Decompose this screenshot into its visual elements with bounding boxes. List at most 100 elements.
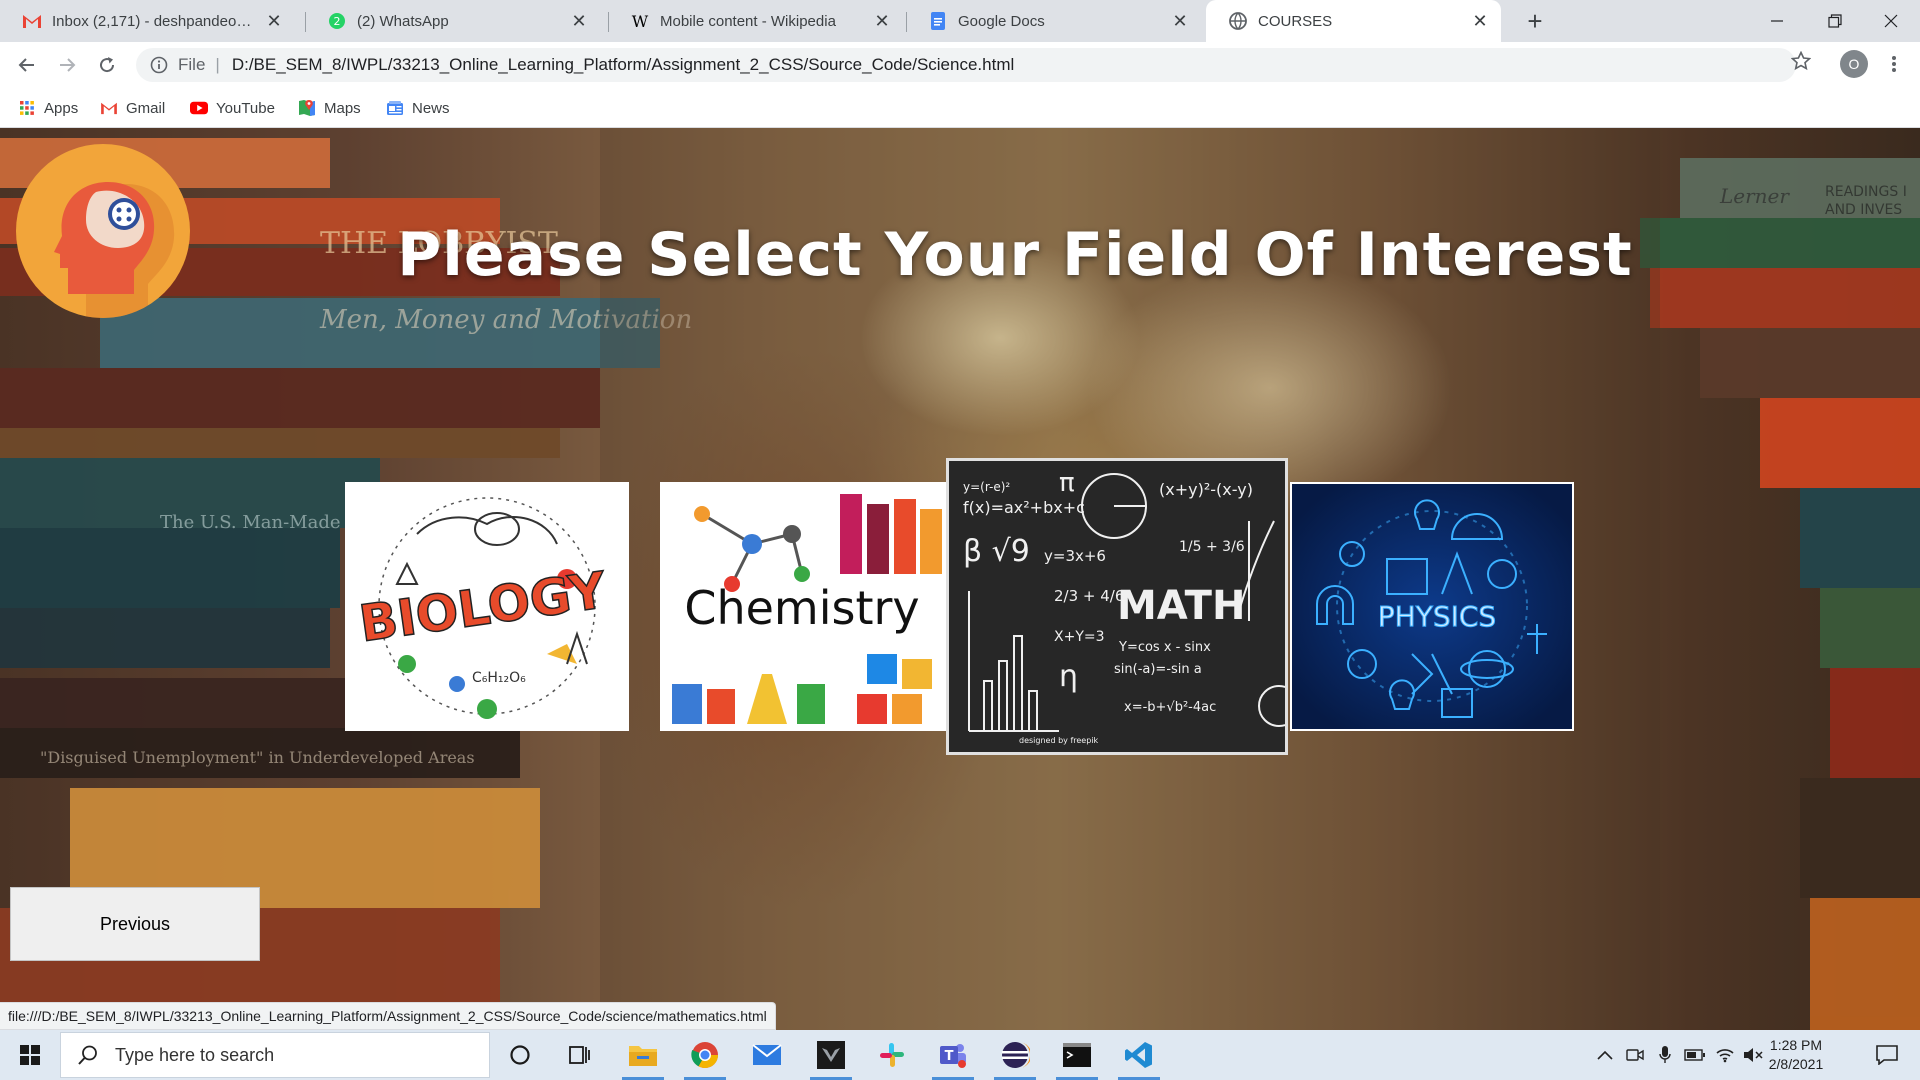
predator-icon bbox=[817, 1041, 845, 1069]
taskbar-eclipse[interactable] bbox=[990, 1030, 1040, 1080]
bookmark-gmail[interactable]: Gmail bbox=[100, 96, 165, 120]
tab-courses[interactable]: COURSES ✕ bbox=[1206, 0, 1501, 42]
svg-text:f(x)=ax²+bx+c: f(x)=ax²+bx+c bbox=[963, 498, 1085, 517]
bookmark-news[interactable]: News bbox=[386, 96, 450, 120]
svg-text:2/3 + 4/6: 2/3 + 4/6 bbox=[1054, 587, 1124, 605]
reload-button[interactable] bbox=[92, 50, 122, 80]
back-button[interactable] bbox=[12, 50, 42, 80]
close-icon[interactable]: ✕ bbox=[568, 10, 590, 32]
card-label-biology: BIOLOGY bbox=[356, 561, 610, 653]
search-icon bbox=[75, 1042, 101, 1068]
bookmark-label: Maps bbox=[324, 99, 361, 117]
cortana-button[interactable] bbox=[495, 1030, 545, 1080]
menu-kebab-icon[interactable] bbox=[1880, 50, 1908, 78]
tab-gmail[interactable]: Inbox (2,171) - deshpandeomkar ✕ bbox=[0, 0, 295, 42]
minimize-button[interactable] bbox=[1748, 0, 1806, 42]
youtube-icon bbox=[190, 99, 208, 117]
close-icon[interactable]: ✕ bbox=[871, 10, 893, 32]
course-card-math[interactable]: y=(r-e)² f(x)=ax²+bx+c π (x+y)²-(x-y) β … bbox=[946, 458, 1288, 755]
svg-text:sin(-a)=-sin a: sin(-a)=-sin a bbox=[1114, 662, 1202, 677]
card-label-math: MATH bbox=[1117, 583, 1245, 629]
forward-button[interactable] bbox=[52, 50, 82, 80]
page-viewport: THE LOBBYIST Men, Money and Motivation T… bbox=[0, 128, 1920, 1030]
close-icon[interactable]: ✕ bbox=[263, 10, 285, 32]
new-tab-button[interactable]: + bbox=[1520, 6, 1550, 36]
task-view-icon bbox=[569, 1046, 590, 1064]
svg-text:C₆H₁₂O₆: C₆H₁₂O₆ bbox=[472, 670, 526, 686]
globe-icon bbox=[1228, 11, 1248, 31]
gmail-icon bbox=[100, 99, 118, 117]
gmail-icon bbox=[22, 11, 42, 31]
tab-whatsapp[interactable]: 2 (2) WhatsApp ✕ bbox=[305, 0, 600, 42]
apps-grid-icon bbox=[18, 99, 36, 117]
news-icon bbox=[386, 99, 404, 117]
tab-title: Inbox (2,171) - deshpandeomkar bbox=[52, 12, 255, 30]
tray-microphone-icon[interactable] bbox=[1650, 1030, 1680, 1080]
svg-text:1/5 + 3/6: 1/5 + 3/6 bbox=[1179, 539, 1245, 555]
previous-button[interactable]: Previous bbox=[10, 887, 260, 961]
eclipse-icon bbox=[1002, 1042, 1030, 1068]
address-bar[interactable]: File | D:/BE_SEM_8/IWPL/33213_Online_Lea… bbox=[136, 48, 1796, 82]
cortana-circle-icon bbox=[510, 1045, 530, 1065]
tray-chevron-up-icon[interactable] bbox=[1590, 1030, 1620, 1080]
taskbar-terminal[interactable] bbox=[1052, 1030, 1102, 1080]
tab-title: (2) WhatsApp bbox=[357, 12, 449, 30]
tab-wikipedia[interactable]: W Mobile content - Wikipedia ✕ bbox=[608, 0, 903, 42]
svg-text:X+Y=3: X+Y=3 bbox=[1054, 629, 1105, 645]
taskbar-search-input[interactable]: Type here to search bbox=[60, 1032, 490, 1078]
bookmark-label: Apps bbox=[44, 99, 79, 117]
task-view-button[interactable] bbox=[555, 1030, 605, 1080]
clock-date: 2/8/2021 bbox=[1768, 1056, 1824, 1072]
course-card-biology[interactable]: BIOLOGY C₆H₁₂O₆ bbox=[345, 482, 629, 731]
svg-text:2: 2 bbox=[334, 15, 341, 28]
page-title: Please Select Your Field Of Interest bbox=[397, 220, 1633, 291]
url-text: D:/BE_SEM_8/IWPL/33213_Online_Learning_P… bbox=[231, 55, 1015, 74]
tray-meet-now-icon[interactable] bbox=[1620, 1030, 1650, 1080]
bookmark-star-icon[interactable] bbox=[1788, 48, 1814, 74]
google-docs-icon bbox=[928, 11, 948, 31]
terminal-icon bbox=[1063, 1043, 1091, 1067]
chrome-icon bbox=[691, 1042, 719, 1069]
taskbar-predator-sense[interactable] bbox=[806, 1030, 856, 1080]
taskbar-slack[interactable] bbox=[867, 1030, 917, 1080]
windows-taskbar: Type here to search T 1:28 PM 2/8/2021 bbox=[0, 1030, 1920, 1080]
math-illustration: y=(r-e)² f(x)=ax²+bx+c π (x+y)²-(x-y) β … bbox=[963, 468, 1285, 745]
svg-text:(x+y)²-(x-y): (x+y)²-(x-y) bbox=[1159, 480, 1253, 499]
arrow-right-icon bbox=[60, 58, 76, 72]
course-card-physics[interactable]: PHYSICS bbox=[1290, 482, 1574, 731]
tray-wifi-icon[interactable] bbox=[1710, 1030, 1740, 1080]
taskbar-file-explorer[interactable] bbox=[618, 1030, 668, 1080]
info-icon[interactable] bbox=[150, 56, 168, 74]
vscode-icon bbox=[1125, 1042, 1152, 1068]
restore-button[interactable] bbox=[1806, 0, 1864, 42]
action-center-button[interactable] bbox=[1862, 1030, 1912, 1080]
taskbar-teams[interactable]: T bbox=[928, 1030, 978, 1080]
tab-title: Mobile content - Wikipedia bbox=[660, 12, 836, 30]
svg-text:T: T bbox=[945, 1049, 954, 1064]
url-divider: | bbox=[215, 55, 220, 74]
book-spine-text: Lerner bbox=[1719, 184, 1790, 208]
taskbar-vscode[interactable] bbox=[1114, 1030, 1164, 1080]
tab-title: COURSES bbox=[1258, 12, 1333, 30]
taskbar-clock[interactable]: 1:28 PM 2/8/2021 bbox=[1756, 1036, 1836, 1074]
taskbar-chrome[interactable] bbox=[680, 1030, 730, 1080]
url-scheme: File bbox=[178, 55, 206, 74]
bookmark-apps[interactable]: Apps bbox=[18, 96, 78, 120]
tab-google-docs[interactable]: Google Docs ✕ bbox=[906, 0, 1201, 42]
book-spine-text: "Disguised Unemployment" in Underdevelop… bbox=[40, 748, 475, 767]
browser-toolbar: File | D:/BE_SEM_8/IWPL/33213_Online_Lea… bbox=[0, 42, 1920, 88]
start-button[interactable] bbox=[0, 1030, 60, 1080]
bookmark-maps[interactable]: Maps bbox=[298, 96, 361, 120]
card-label-physics: PHYSICS bbox=[1378, 600, 1496, 633]
book-spine-text: READINGS I bbox=[1825, 184, 1907, 200]
close-icon[interactable]: ✕ bbox=[1169, 10, 1191, 32]
tab-title: Google Docs bbox=[958, 12, 1045, 30]
course-card-chemistry[interactable]: Chemistry bbox=[660, 482, 946, 731]
profile-avatar[interactable]: O bbox=[1840, 50, 1868, 78]
close-icon[interactable]: ✕ bbox=[1469, 10, 1491, 32]
bookmark-youtube[interactable]: YouTube bbox=[190, 96, 275, 120]
maps-icon bbox=[298, 99, 316, 117]
close-window-button[interactable] bbox=[1862, 0, 1920, 42]
taskbar-mail[interactable] bbox=[742, 1030, 792, 1080]
tray-battery-icon[interactable] bbox=[1680, 1030, 1710, 1080]
